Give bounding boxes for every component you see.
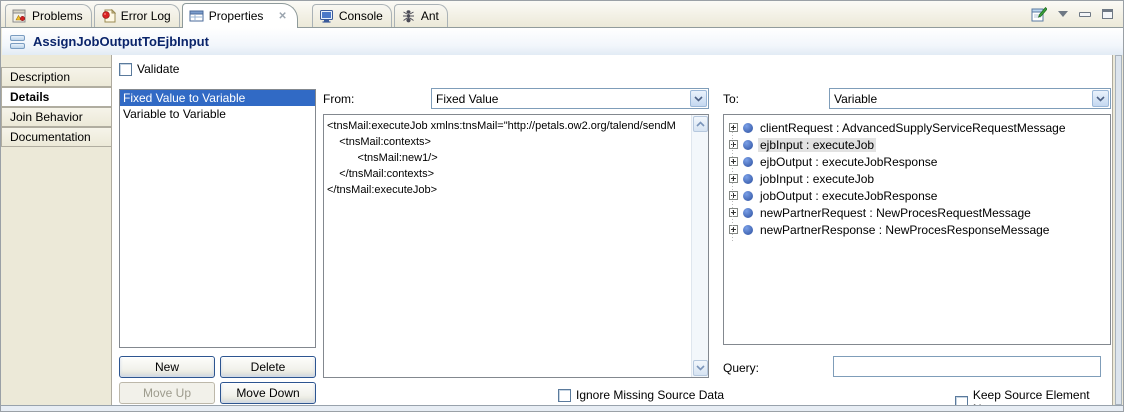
sidebar-item-label: Description bbox=[10, 70, 70, 84]
expand-plus-icon[interactable] bbox=[729, 157, 738, 166]
variable-icon bbox=[743, 191, 753, 201]
xml-code[interactable]: <tnsMail:executeJob xmlns:tnsMail="http:… bbox=[324, 115, 691, 377]
error-log-icon bbox=[101, 9, 116, 23]
tree-row-label: clientRequest : AdvancedSupplyServiceReq… bbox=[758, 121, 1068, 135]
variable-icon bbox=[743, 157, 753, 167]
page-title: AssignJobOutputToEjbInput bbox=[33, 34, 209, 49]
maximize-icon[interactable] bbox=[1102, 9, 1113, 19]
variable-icon bbox=[743, 140, 753, 150]
tab-properties[interactable]: Properties ✕ bbox=[182, 3, 298, 28]
right-border-strip bbox=[1115, 55, 1122, 405]
ignore-missing-source-checkbox[interactable]: Ignore Missing Source Data bbox=[558, 388, 724, 402]
tree-row-label: jobOutput : executeJobResponse bbox=[758, 189, 939, 203]
expand-plus-icon[interactable] bbox=[729, 208, 738, 217]
list-item-label: Variable to Variable bbox=[123, 107, 226, 121]
query-input[interactable] bbox=[833, 356, 1101, 377]
move-down-button[interactable]: Move Down bbox=[220, 382, 316, 404]
to-label: To: bbox=[723, 92, 739, 106]
query-label: Query: bbox=[723, 361, 759, 375]
tab-label: Properties bbox=[209, 9, 264, 23]
checkbox-box[interactable] bbox=[558, 389, 571, 402]
form-titlebar: AssignJobOutputToEjbInput bbox=[2, 28, 1124, 55]
chevron-down-icon[interactable] bbox=[1092, 90, 1109, 107]
sidebar-item-label: Join Behavior bbox=[10, 110, 83, 124]
tree-row-label: newPartnerResponse : NewProcesResponseMe… bbox=[758, 223, 1051, 237]
tab-error-log[interactable]: Error Log bbox=[94, 4, 180, 27]
variable-icon bbox=[743, 174, 753, 184]
from-label: From: bbox=[323, 92, 354, 106]
expand-plus-icon[interactable] bbox=[729, 225, 738, 234]
tree-row[interactable]: clientRequest : AdvancedSupplyServiceReq… bbox=[724, 119, 1110, 136]
tree-row[interactable]: ejbInput : executeJob bbox=[724, 136, 1110, 153]
new-button[interactable]: New bbox=[119, 356, 215, 378]
tree-row-label: jobInput : executeJob bbox=[758, 172, 876, 186]
to-type-select[interactable]: Variable bbox=[829, 88, 1111, 109]
sidebar-item-label: Documentation bbox=[10, 130, 91, 144]
expand-plus-icon[interactable] bbox=[729, 140, 738, 149]
from-type-select[interactable]: Fixed Value bbox=[431, 88, 709, 109]
scroll-down-icon[interactable] bbox=[693, 360, 708, 376]
tree-row[interactable]: jobOutput : executeJobResponse bbox=[724, 187, 1110, 204]
move-up-button[interactable]: Move Up bbox=[119, 382, 215, 404]
view-toolbar bbox=[1031, 6, 1113, 22]
tree-row-label: ejbInput : executeJob bbox=[758, 138, 876, 152]
problems-icon bbox=[12, 9, 27, 23]
ignore-missing-source-label: Ignore Missing Source Data bbox=[576, 388, 724, 402]
fixed-value-xml-editor[interactable]: <tnsMail:executeJob xmlns:tnsMail="http:… bbox=[323, 114, 709, 378]
tab-problems[interactable]: Problems bbox=[5, 4, 92, 27]
expand-plus-icon[interactable] bbox=[729, 123, 738, 132]
properties-view-window: Problems Error Log Properties ✕ Console bbox=[0, 0, 1124, 412]
tab-label: Ant bbox=[421, 9, 439, 23]
list-item-label: Fixed Value to Variable bbox=[123, 91, 245, 105]
list-item[interactable]: Variable to Variable bbox=[120, 106, 315, 122]
variable-tree[interactable]: clientRequest : AdvancedSupplyServiceReq… bbox=[723, 114, 1111, 345]
validate-label: Validate bbox=[137, 62, 179, 76]
sidebar-item-documentation[interactable]: Documentation bbox=[1, 127, 111, 147]
from-type-value: Fixed Value bbox=[432, 92, 689, 106]
variable-icon bbox=[743, 225, 753, 235]
properties-icon bbox=[189, 9, 204, 23]
tree-row-label: newPartnerRequest : NewProcesRequestMess… bbox=[758, 206, 1033, 220]
view-tabbar: Problems Error Log Properties ✕ Console bbox=[1, 1, 1123, 28]
to-type-value: Variable bbox=[830, 92, 1091, 106]
sidebar-item-join-behavior[interactable]: Join Behavior bbox=[1, 107, 111, 127]
bottom-border-strip bbox=[1, 405, 1123, 412]
close-icon[interactable]: ✕ bbox=[278, 11, 286, 22]
view-menu-icon[interactable] bbox=[1058, 11, 1068, 17]
expand-plus-icon[interactable] bbox=[729, 174, 738, 183]
sidebar-item-details[interactable]: Details bbox=[1, 87, 111, 107]
sidebar-item-description[interactable]: Description bbox=[1, 67, 111, 87]
checkbox-box[interactable] bbox=[119, 63, 132, 76]
variable-icon bbox=[743, 123, 753, 133]
delete-button[interactable]: Delete bbox=[220, 356, 316, 378]
tree-row[interactable]: jobInput : executeJob bbox=[724, 170, 1110, 187]
tab-ant[interactable]: Ant bbox=[394, 4, 448, 27]
tab-label: Console bbox=[339, 9, 383, 23]
tree-row[interactable]: newPartnerRequest : NewProcesRequestMess… bbox=[724, 204, 1110, 221]
console-icon bbox=[319, 9, 334, 23]
ant-icon bbox=[401, 9, 416, 23]
assignment-list[interactable]: Fixed Value to Variable Variable to Vari… bbox=[119, 89, 316, 348]
expand-plus-icon[interactable] bbox=[729, 191, 738, 200]
xml-scrollbar[interactable] bbox=[691, 115, 708, 377]
tab-label: Error Log bbox=[121, 9, 171, 23]
tab-console[interactable]: Console bbox=[312, 4, 392, 27]
sidebar-item-label: Details bbox=[10, 90, 49, 104]
link-with-editor-icon[interactable] bbox=[1031, 6, 1047, 22]
tree-row[interactable]: ejbOutput : executeJobResponse bbox=[724, 153, 1110, 170]
scroll-up-icon[interactable] bbox=[693, 116, 708, 132]
variable-icon bbox=[743, 208, 753, 218]
validate-checkbox[interactable]: Validate bbox=[119, 62, 179, 76]
tree-row[interactable]: newPartnerResponse : NewProcesResponseMe… bbox=[724, 221, 1110, 238]
chevron-down-icon[interactable] bbox=[690, 90, 707, 107]
tab-label: Problems bbox=[32, 9, 83, 23]
tree-guide-line bbox=[732, 123, 733, 241]
assign-activity-icon bbox=[10, 35, 25, 49]
tree-row-label: ejbOutput : executeJobResponse bbox=[758, 155, 939, 169]
minimize-icon[interactable] bbox=[1079, 12, 1091, 17]
list-item[interactable]: Fixed Value to Variable bbox=[120, 90, 315, 106]
